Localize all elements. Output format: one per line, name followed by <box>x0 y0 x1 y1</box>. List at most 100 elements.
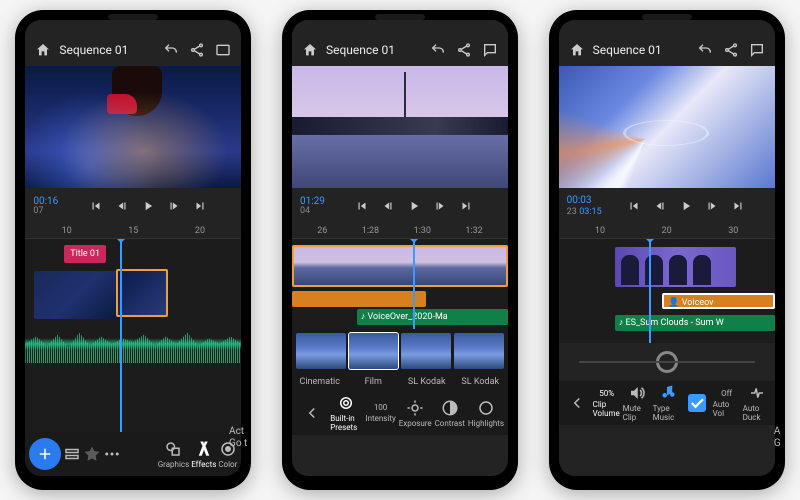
watermark: ActGo t <box>229 426 247 450</box>
back-button[interactable] <box>296 391 328 435</box>
volume-slider[interactable] <box>559 343 775 381</box>
timeline[interactable]: Title 01 <box>25 239 241 432</box>
skip-end-icon[interactable] <box>454 194 478 218</box>
sequence-title: Sequence 01 <box>326 43 422 57</box>
preset-thumb[interactable] <box>296 333 346 369</box>
home-icon[interactable] <box>33 40 53 60</box>
step-fwd-icon[interactable] <box>162 194 186 218</box>
fullscreen-icon[interactable] <box>213 40 233 60</box>
preview-video[interactable] <box>559 66 775 188</box>
playhead[interactable] <box>649 239 651 343</box>
mute-button[interactable]: Mute Clip <box>623 381 651 425</box>
voiceover-clip-selected[interactable]: 👤 Voiceov <box>662 293 774 309</box>
duration: 03:15 <box>579 207 601 217</box>
step-back-icon[interactable] <box>110 194 134 218</box>
timecode-main: 01:29 <box>300 196 325 207</box>
timecode: 00:03 23 03:15 <box>567 195 602 218</box>
playhead[interactable] <box>413 239 415 329</box>
screen: Sequence 01 00:16 07 10 15 20 <box>25 20 241 476</box>
top-bar: Sequence 01 <box>292 34 508 66</box>
type-music-button[interactable]: Type Music <box>653 381 681 425</box>
voiceover-clip[interactable]: ♪ VoiceOver_2020-Ma <box>357 309 508 325</box>
comment-icon[interactable] <box>480 40 500 60</box>
add-button[interactable] <box>29 438 61 470</box>
undo-icon[interactable] <box>428 40 448 60</box>
play-icon[interactable] <box>402 194 426 218</box>
effects-tab[interactable]: Effects <box>191 432 216 476</box>
timecode-sub: 04 <box>300 207 325 217</box>
undo-icon[interactable] <box>161 40 181 60</box>
exposure-slider[interactable]: Exposure <box>399 391 432 435</box>
highlights-slider[interactable]: Highlights <box>468 391 504 435</box>
video-clip-selected[interactable] <box>116 269 168 317</box>
presets-button[interactable]: Built-in Presets <box>330 391 362 435</box>
skip-end-icon[interactable] <box>188 194 212 218</box>
audio-waveform[interactable] <box>25 325 241 363</box>
preset-name: Cinematic <box>294 377 346 387</box>
audio-clip-orange[interactable] <box>292 291 426 307</box>
marker-button[interactable] <box>83 432 101 476</box>
bottom-bar: 50%Clip Volume Mute Clip Type Music OffA… <box>559 381 775 425</box>
contrast-slider[interactable]: Contrast <box>434 391 466 435</box>
step-back-icon[interactable] <box>648 194 672 218</box>
auto-duck-button[interactable]: Auto Duck <box>743 381 771 425</box>
ruler-tick: 1:28 <box>362 226 379 236</box>
share-icon[interactable] <box>187 40 207 60</box>
timecode: 01:29 04 <box>300 196 325 217</box>
intensity-slider[interactable]: 100Intensity <box>364 391 396 435</box>
skip-start-icon[interactable] <box>84 194 108 218</box>
auto-volume-button[interactable]: OffAuto Vol <box>713 381 741 425</box>
video-clip[interactable] <box>34 271 120 319</box>
phone-1: Sequence 01 00:16 07 10 15 20 <box>15 10 251 490</box>
watermark: AG <box>774 426 781 450</box>
tab-label: Auto Duck <box>743 404 771 422</box>
preset-labels: Cinematic Film SL Kodak SL Kodak <box>292 373 508 391</box>
timeline[interactable]: ♪ VoiceOver_2020-Ma <box>292 239 508 329</box>
video-clip-selected[interactable] <box>292 245 508 287</box>
undo-icon[interactable] <box>695 40 715 60</box>
top-bar: Sequence 01 <box>559 34 775 66</box>
title-clip[interactable]: Title 01 <box>64 245 106 263</box>
skip-start-icon[interactable] <box>622 194 646 218</box>
ruler-tick: 10 <box>595 226 605 236</box>
skip-end-icon[interactable] <box>726 194 750 218</box>
home-icon[interactable] <box>567 40 587 60</box>
phone-2: Sequence 01 01:29 04 26 1:28 1:30 1:32 <box>282 10 518 490</box>
timecode-sub: 07 <box>33 207 58 217</box>
play-icon[interactable] <box>136 194 160 218</box>
timecode-main: 00:03 <box>567 195 602 206</box>
music-clip[interactable]: ♪ ES_Sum Clouds - Sum W <box>615 315 775 331</box>
step-back-icon[interactable] <box>376 194 400 218</box>
skip-start-icon[interactable] <box>350 194 374 218</box>
preview-video[interactable] <box>25 66 241 188</box>
ruler-tick: 20 <box>662 226 672 236</box>
step-fwd-icon[interactable] <box>428 194 452 218</box>
home-icon[interactable] <box>300 40 320 60</box>
tab-label: Color <box>218 460 237 469</box>
preset-thumb-selected[interactable] <box>349 333 399 369</box>
ruler-tick: 10 <box>62 226 72 236</box>
transport-bar: 01:29 04 <box>292 188 508 224</box>
preset-thumb[interactable] <box>454 333 504 369</box>
playhead[interactable] <box>120 239 122 432</box>
preview-video[interactable] <box>292 66 508 188</box>
timecode-main: 00:16 <box>33 196 58 207</box>
play-icon[interactable] <box>674 194 698 218</box>
preset-name: Film <box>347 377 399 387</box>
share-icon[interactable] <box>454 40 474 60</box>
video-clip[interactable] <box>615 247 736 287</box>
share-icon[interactable] <box>721 40 741 60</box>
tab-label: Effects <box>191 460 216 469</box>
graphics-tab[interactable]: Graphics <box>158 432 190 476</box>
comment-icon[interactable] <box>747 40 767 60</box>
timeline[interactable]: 👤 Voiceov ♪ ES_Sum Clouds - Sum W <box>559 239 775 343</box>
sequence-title: Sequence 01 <box>59 43 155 57</box>
check-button[interactable] <box>683 381 711 425</box>
clip-volume-button[interactable]: 50%Clip Volume <box>593 381 621 425</box>
project-button[interactable] <box>63 432 81 476</box>
preset-thumb[interactable] <box>401 333 451 369</box>
tab-label: Type Music <box>653 404 681 422</box>
more-button[interactable] <box>103 432 121 476</box>
back-button[interactable] <box>563 381 591 425</box>
step-fwd-icon[interactable] <box>700 194 724 218</box>
